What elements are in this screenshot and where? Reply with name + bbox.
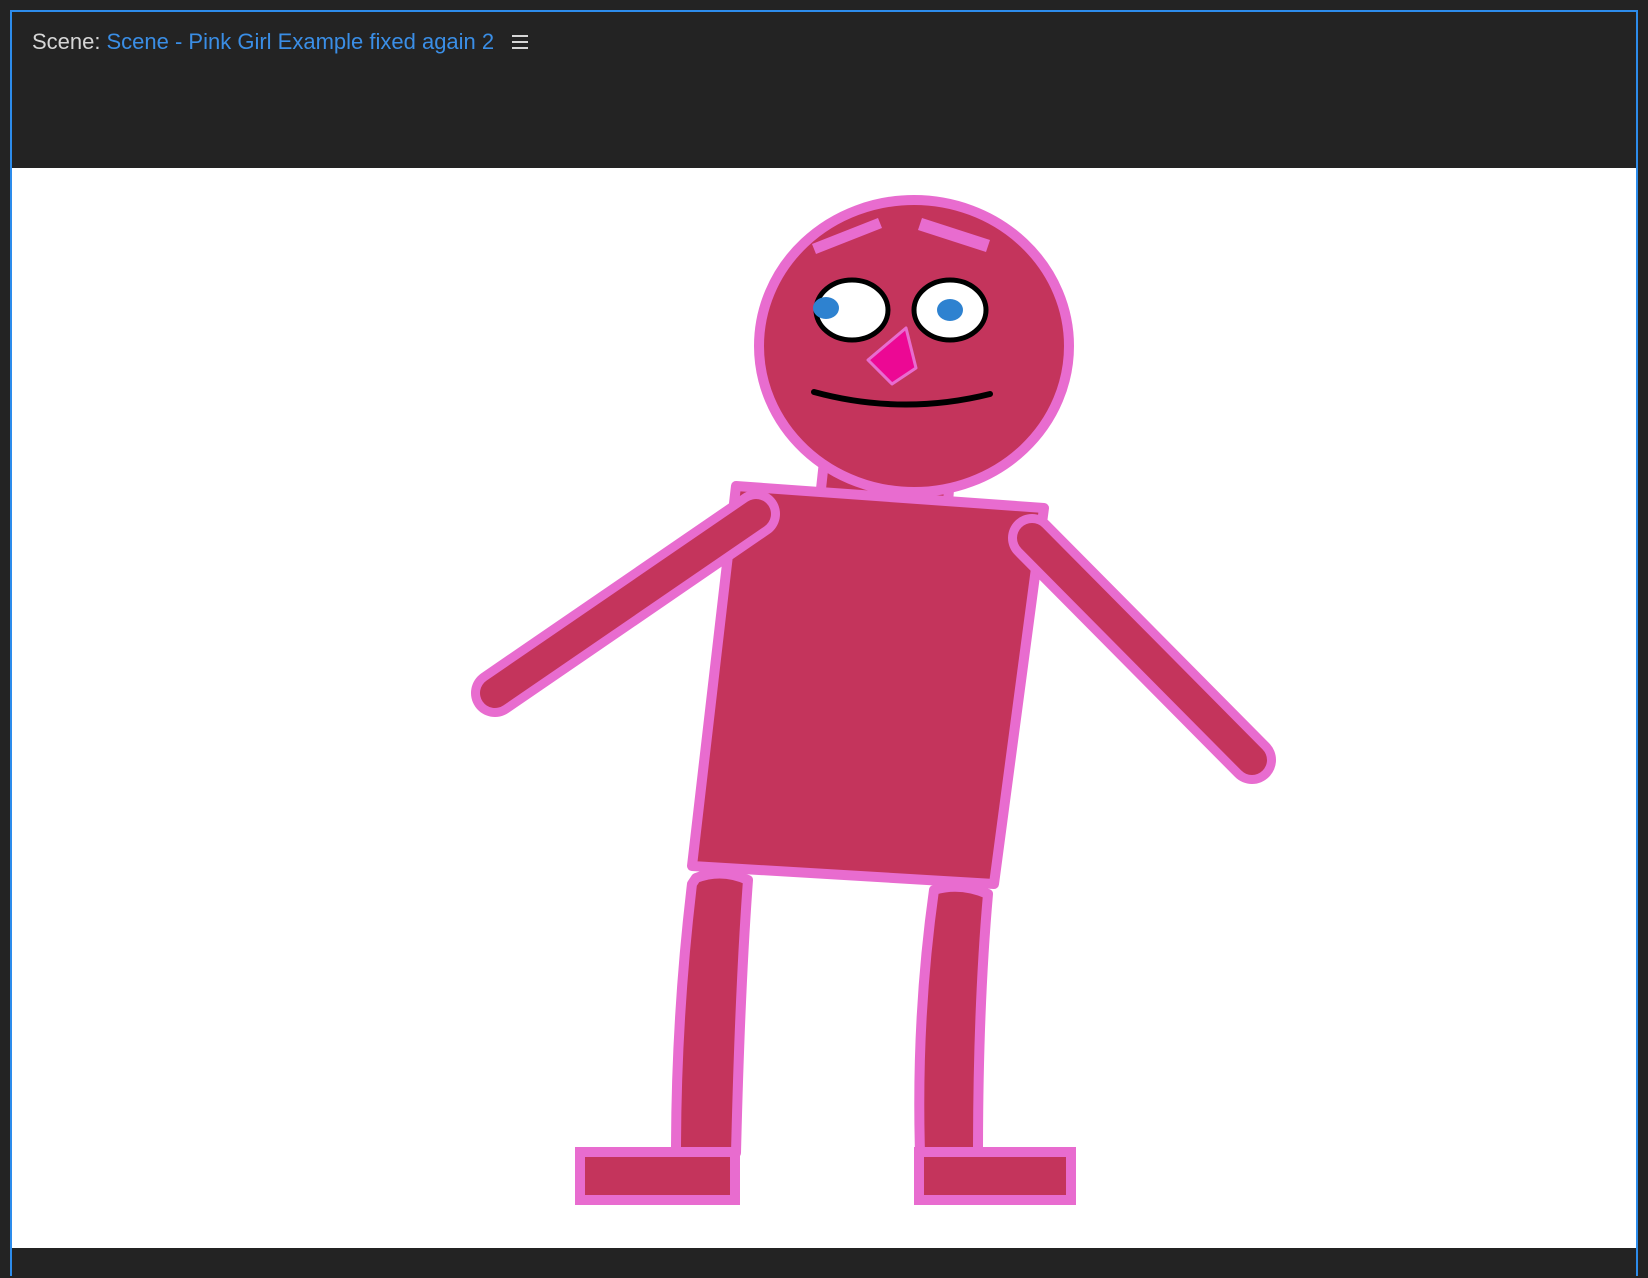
puppet-left-leg[interactable] [671, 868, 753, 1158]
scene-title: Scene: Scene - Pink Girl Example fixed a… [32, 26, 532, 58]
puppet-left-pupil [813, 297, 839, 319]
puppet-right-leg[interactable] [914, 881, 993, 1158]
puppet-canvas [471, 195, 1276, 1205]
puppet-left-foot[interactable] [575, 1147, 740, 1205]
scene-panel-header: Scene: Scene - Pink Girl Example fixed a… [12, 12, 1636, 168]
hamburger-menu-icon[interactable] [512, 32, 532, 52]
scene-stage[interactable] [12, 168, 1636, 1248]
scene-label: Scene: [32, 29, 101, 54]
scene-panel: Scene: Scene - Pink Girl Example fixed a… [10, 10, 1638, 1278]
puppet-right-pupil [937, 299, 963, 321]
puppet-right-foot[interactable] [914, 1147, 1076, 1205]
puppet-head[interactable] [754, 195, 1074, 497]
scene-name-link[interactable]: Scene - Pink Girl Example fixed again 2 [107, 26, 495, 58]
scene-panel-footer [12, 1248, 1636, 1278]
